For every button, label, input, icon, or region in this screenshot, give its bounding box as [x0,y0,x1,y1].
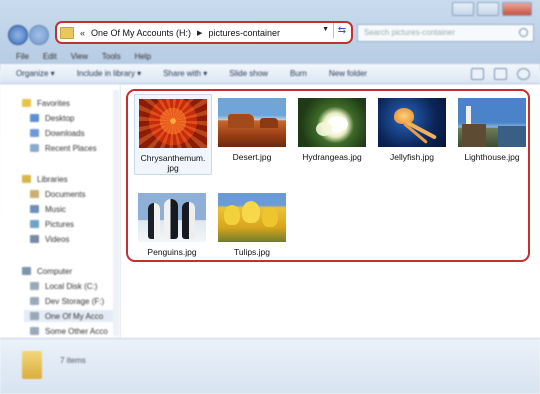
star-icon [22,99,31,107]
nav-label: Downloads [45,128,85,138]
nav-local-disk[interactable]: Local Disk (C:) [30,280,97,292]
nav-label: Documents [45,189,86,199]
view-options-icon[interactable] [471,68,484,80]
nav-label: Videos [45,234,70,244]
nav-label: Recent Places [45,143,97,153]
drive-icon [30,312,39,320]
breadcrumb-folder[interactable]: pictures-container [208,28,280,38]
slide-show-button[interactable]: Slide show [229,69,268,78]
navigation-pane: Favorites Desktop Downloads Recent Place… [0,85,121,338]
nav-one-of-my-accounts[interactable]: One Of My Acco [24,310,116,322]
file-list-highlight [126,89,530,262]
nav-libraries[interactable]: Libraries [22,173,68,185]
nav-label: Local Disk (C:) [45,281,98,291]
nav-label: Favorites [37,98,70,108]
menu-tools[interactable]: Tools [102,52,121,61]
nav-label: Computer [37,266,73,276]
nav-label: Some Other Acco [45,326,108,336]
folder-icon [60,26,74,39]
new-folder-button[interactable]: New folder [329,69,367,78]
address-bar[interactable]: « One Of My Accounts (H:) ▶ pictures-con… [55,21,353,44]
refresh-icon[interactable]: ⇆ [333,23,350,38]
help-icon[interactable] [517,68,530,80]
videos-icon [30,235,39,243]
nav-favorites[interactable]: Favorites [22,97,70,109]
search-input[interactable]: Search pictures-container [357,24,534,42]
close-button[interactable] [502,2,532,16]
drive-icon [30,327,39,335]
maximize-button[interactable] [477,2,499,16]
burn-button[interactable]: Burn [290,69,307,78]
nav-label: Desktop [45,113,75,123]
sidebar-scrollbar[interactable] [113,90,119,336]
menu-edit[interactable]: Edit [43,52,57,61]
nav-pictures[interactable]: Pictures [30,218,74,230]
drive-icon [30,282,39,290]
nav-dev-storage[interactable]: Dev Storage (F:) [30,295,104,307]
nav-documents[interactable]: Documents [30,188,85,200]
nav-label: Dev Storage (F:) [45,296,105,306]
menu-help[interactable]: Help [135,52,151,61]
nav-label: Libraries [37,174,68,184]
address-dropdown-icon[interactable]: ▼ [322,26,329,33]
breadcrumb-drive[interactable]: One Of My Accounts (H:) [91,28,191,38]
title-bar [0,0,540,20]
command-bar: Organize ▾ Include in library ▾ Share wi… [0,64,540,84]
organize-button[interactable]: Organize ▾ [16,69,55,78]
recent-places-icon [30,144,39,152]
share-with-button[interactable]: Share with ▾ [163,69,207,78]
back-button[interactable] [8,25,28,45]
nav-label: Pictures [45,219,74,229]
music-icon [30,205,39,213]
nav-downloads[interactable]: Downloads [30,127,85,139]
nav-some-other-account[interactable]: Some Other Acco [30,325,108,337]
nav-computer[interactable]: Computer [22,265,72,277]
nav-label: Music [45,204,66,214]
forward-button[interactable] [29,25,49,45]
details-pane: 7 items [0,338,540,394]
nav-recent-places[interactable]: Recent Places [30,142,97,154]
item-count: 7 items [60,356,86,365]
menu-bar: File Edit View Tools Help [0,48,540,64]
menu-view[interactable]: View [71,52,88,61]
pictures-icon [30,220,39,228]
window-controls [452,2,532,16]
overflow-chevron-icon[interactable]: « [80,28,85,38]
include-in-library-button[interactable]: Include in library ▾ [77,69,142,78]
nav-label: One Of My Acco [45,311,104,321]
nav-music[interactable]: Music [30,203,66,215]
libraries-icon [22,175,31,183]
desktop-icon [30,114,39,122]
computer-icon [22,267,31,275]
folder-icon [22,351,42,379]
drive-icon [30,297,39,305]
nav-videos[interactable]: Videos [30,233,69,245]
explorer-window: « One Of My Accounts (H:) ▶ pictures-con… [0,0,540,394]
minimize-button[interactable] [452,2,474,16]
search-icon[interactable] [519,28,528,37]
preview-pane-icon[interactable] [494,68,507,80]
menu-file[interactable]: File [16,52,29,61]
documents-icon [30,190,39,198]
breadcrumb-separator-icon[interactable]: ▶ [197,29,202,37]
downloads-icon [30,129,39,137]
nav-desktop[interactable]: Desktop [30,112,74,124]
search-placeholder: Search pictures-container [364,28,456,37]
